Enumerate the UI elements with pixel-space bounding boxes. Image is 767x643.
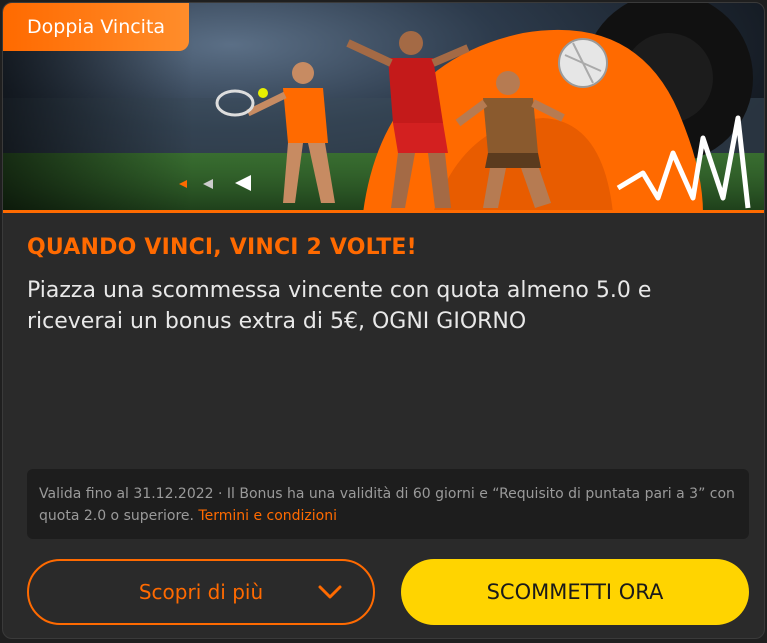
discover-more-label: Scopri di più — [138, 580, 264, 604]
terms-text: Valida fino al 31.12.2022 · Il Bonus ha … — [39, 486, 735, 524]
bet-now-button[interactable]: SCOMMETTI ORA — [401, 559, 749, 625]
chevron-down-icon — [318, 585, 342, 599]
promo-banner: Doppia Vincita — [3, 3, 764, 213]
promo-card: Doppia Vincita QUANDO VINCI, VINCI 2 VOL… — [2, 2, 765, 639]
promo-category-label: Doppia Vincita — [27, 16, 166, 38]
promo-category-tag: Doppia Vincita — [3, 3, 190, 51]
promo-description: Piazza una scommessa vincente con quota … — [27, 278, 652, 334]
promo-headline: QUANDO VINCI, VINCI 2 VOLTE! — [27, 235, 417, 260]
terms-box: Valida fino al 31.12.2022 · Il Bonus ha … — [27, 469, 749, 539]
terms-link[interactable]: Termini e condizioni — [198, 508, 337, 524]
banner-accent-stripe — [3, 210, 764, 213]
discover-more-button[interactable]: Scopri di più — [27, 559, 375, 625]
bet-now-label: SCOMMETTI ORA — [486, 580, 664, 604]
